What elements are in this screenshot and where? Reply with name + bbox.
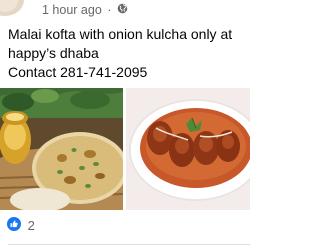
avatar-image: [0, 0, 18, 12]
reaction-count: 2: [27, 218, 35, 234]
post-text-line: Contact 281-741-2095: [8, 64, 148, 80]
avatar[interactable]: [0, 0, 24, 16]
post-text-line: happy’s dhaba: [8, 45, 99, 61]
post-meta: 1 hour ago ·: [42, 1, 128, 19]
divider: [8, 244, 250, 245]
post-text-line: Malai kofta with onion kulcha only at: [8, 26, 233, 42]
feed-post: 1 hour ago · Malai kofta with onion kulc…: [0, 0, 250, 250]
kofta-photo[interactable]: [126, 88, 250, 210]
post-header: 1 hour ago ·: [0, 0, 250, 20]
post-images: [0, 88, 250, 210]
globe-icon[interactable]: [117, 1, 128, 19]
timestamp-link[interactable]: 1 hour ago: [42, 3, 102, 17]
like-icon: [7, 217, 21, 235]
reactions-summary[interactable]: 2: [7, 217, 35, 235]
meta-separator: ·: [107, 3, 112, 17]
post-text: Malai kofta with onion kulcha only at ha…: [8, 25, 250, 82]
kulcha-photo[interactable]: [0, 88, 123, 210]
